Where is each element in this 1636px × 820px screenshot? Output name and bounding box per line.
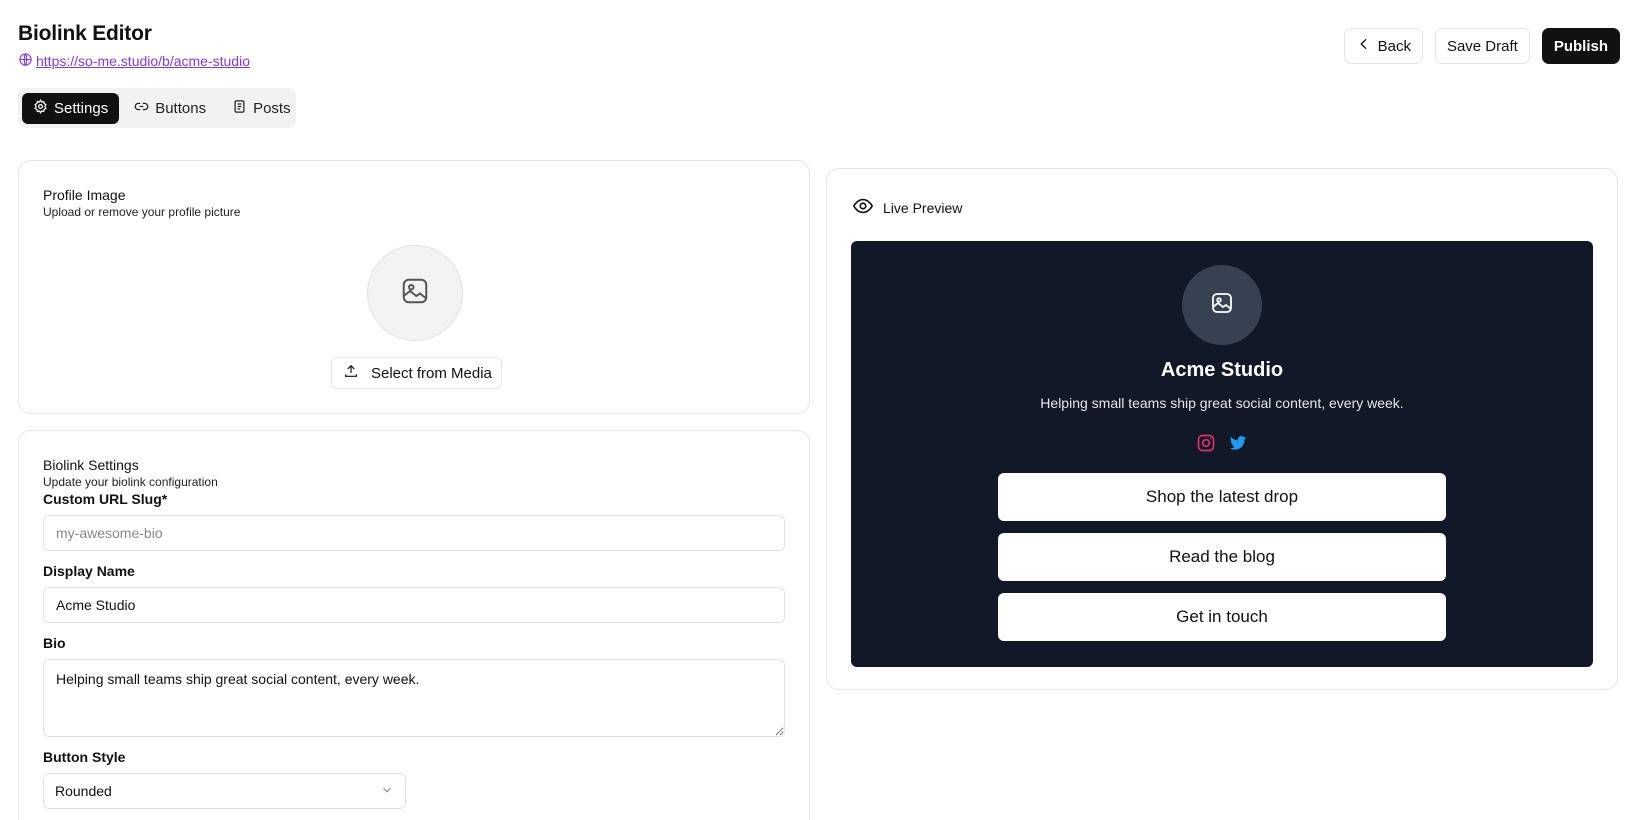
live-preview-title: Live Preview [883,199,963,216]
preview-links: Shop the latest drop Read the blog Get i… [998,473,1446,641]
slug-label: Custom URL Slug* [43,491,168,507]
button-style-select[interactable]: Rounded [43,773,406,809]
avatar-placeholder[interactable] [367,245,463,341]
preview-bio: Helping small teams ship great social co… [1040,395,1404,411]
select-from-media-label: Select from Media [371,364,492,382]
bio-label: Bio [43,635,66,651]
link-icon [134,99,149,118]
preview-panel: Acme Studio Helping small teams ship gre… [851,241,1593,667]
preview-display-name: Acme Studio [1160,359,1284,381]
page-title: Biolink Editor [18,22,152,45]
back-button[interactable]: Back [1343,28,1423,64]
live-preview-card: Live Preview Acme Studio Helping small t… [826,168,1618,690]
save-draft-button[interactable]: Save Draft [1434,28,1530,64]
button-style-label: Button Style [43,749,126,765]
twitter-icon[interactable] [1228,433,1248,458]
image-icon [400,276,430,311]
instagram-icon[interactable] [1196,433,1216,458]
biolink-url-row: https://so-me.studio/b/acme-studio [18,52,250,70]
tab-posts-label: Posts [253,99,291,117]
live-preview-header: Live Preview [852,195,962,220]
globe-icon [18,52,33,70]
profile-image-title: Profile Image [43,187,126,203]
biolink-settings-subtitle: Update your biolink configuration [43,475,218,489]
preview-avatar [1182,265,1262,345]
biolink-url-link[interactable]: https://so-me.studio/b/acme-studio [36,53,250,69]
chevron-down-icon [380,783,394,800]
bio-textarea[interactable]: Helping small teams ship great social co… [43,659,785,737]
tab-buttons[interactable]: Buttons [123,93,217,124]
biolink-settings-card: Biolink Settings Update your biolink con… [18,430,810,820]
tab-buttons-label: Buttons [155,99,207,117]
gear-icon [33,98,48,118]
biolink-settings-title: Biolink Settings [43,457,139,473]
back-button-label: Back [1377,37,1411,55]
slug-input[interactable] [43,515,785,551]
preview-link-button[interactable]: Get in touch [998,593,1446,641]
image-icon [1210,291,1234,320]
preview-link-button[interactable]: Shop the latest drop [998,473,1446,521]
tab-posts[interactable]: Posts [221,93,302,124]
select-from-media-button[interactable]: Select from Media [331,357,502,389]
button-style-value: Rounded [55,783,112,799]
eye-icon [852,195,874,220]
editor-tabs: Settings Buttons Posts [18,88,296,128]
preview-link-button[interactable]: Read the blog [998,533,1446,581]
upload-icon [343,363,359,383]
profile-image-card: Profile Image Upload or remove your prof… [18,160,810,414]
tab-settings[interactable]: Settings [22,92,120,124]
tab-settings-label: Settings [54,99,109,117]
preview-social-icons [851,433,1593,458]
publish-button[interactable]: Publish [1541,28,1620,64]
document-icon [232,99,247,118]
header-actions: Back Save Draft Publish [1343,28,1620,64]
display-name-label: Display Name [43,563,135,579]
display-name-input[interactable] [43,587,785,623]
chevron-left-icon [1356,36,1372,56]
profile-image-subtitle: Upload or remove your profile picture [43,205,241,219]
